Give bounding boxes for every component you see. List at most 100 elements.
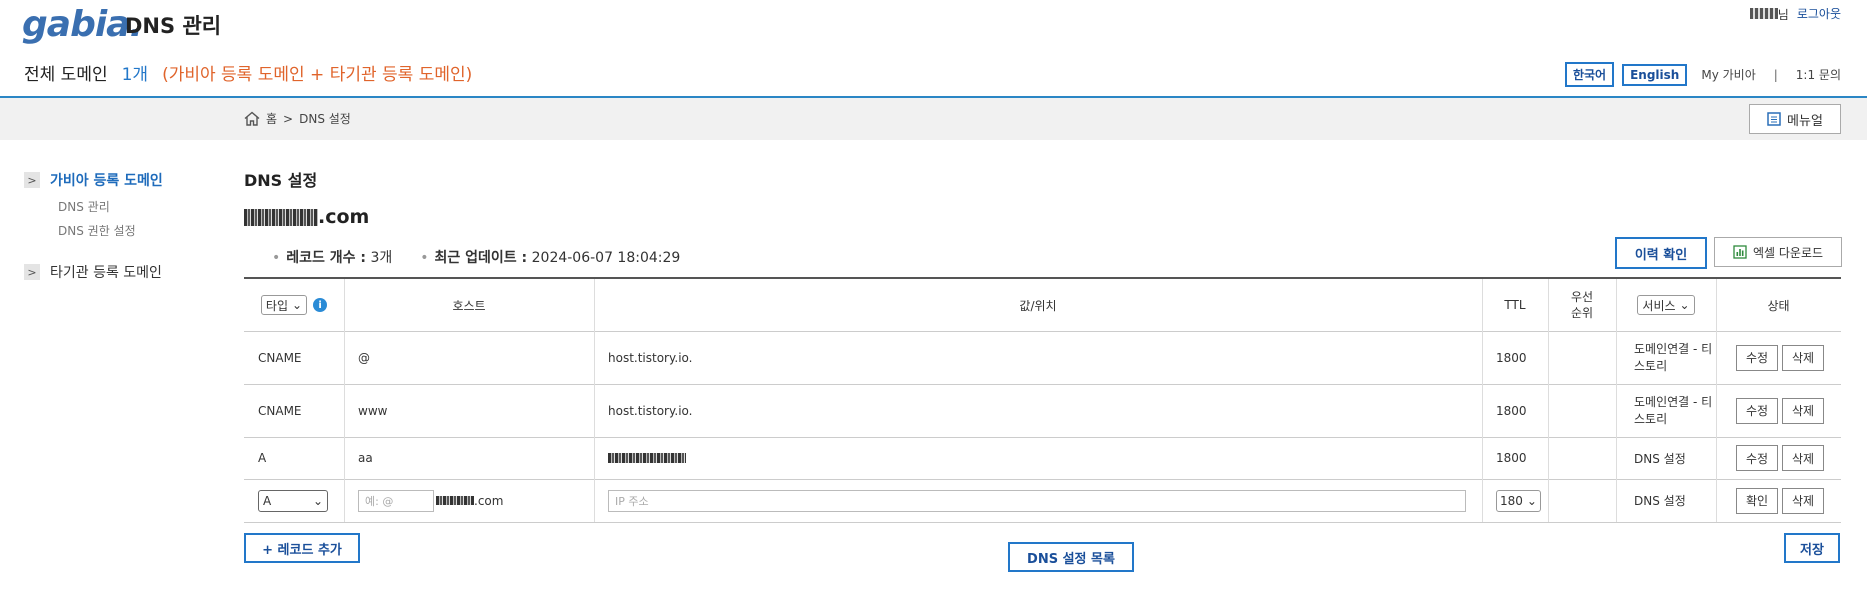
table-header-row: 타입 ⌄ i 호스트 값/위치 TTL 우선 순위 서비스 ⌄ 상태 — [244, 279, 1841, 332]
new-type-select[interactable]: A ⌄ — [258, 489, 328, 512]
sidebar-item-external-domains[interactable]: > 타기관 등록 도메인 — [24, 262, 162, 282]
dns-list-button[interactable]: DNS 설정 목록 — [1008, 542, 1134, 572]
last-update: 2024-06-07 18:04:29 — [531, 250, 681, 266]
domain-count[interactable]: 1개 — [122, 60, 148, 85]
delete-button[interactable]: 삭제 — [1782, 344, 1824, 371]
chevron-down-icon: ⌄ — [1526, 493, 1537, 508]
col-divider — [344, 331, 345, 384]
row-value — [608, 437, 1482, 479]
user-suffix: 님 — [1777, 8, 1789, 22]
table-row: CNAME www host.tistory.io. 1800 도메인연결 - … — [244, 384, 1841, 438]
chevron-right-icon: > — [24, 172, 40, 188]
new-record-row: A ⌄ 예: @ .com IP 주소 180 ⌄ DNS 설정 확인 삭제 — [244, 479, 1841, 523]
excel-download-button[interactable]: 엑셀 다운로드 — [1714, 237, 1842, 267]
dns-record-table: 타입 ⌄ i 호스트 값/위치 TTL 우선 순위 서비스 ⌄ 상태 CNAME @… — [244, 277, 1841, 524]
host-domain-redacted — [436, 496, 474, 505]
summary-note: (가비아 등록 도메인 + 타기관 등록 도메인) — [162, 65, 473, 85]
new-ttl-select[interactable]: 180 ⌄ — [1496, 489, 1541, 512]
service-filter-value: 서비스 — [1642, 298, 1676, 313]
new-value-input[interactable]: IP 주소 — [608, 489, 1466, 512]
manual-button[interactable]: 메뉴얼 — [1749, 104, 1841, 134]
chevron-right-icon: > — [24, 264, 40, 280]
page-title: DNS 설정 — [244, 171, 318, 190]
row-type: CNAME — [258, 403, 302, 418]
chevron-down-icon: ⌄ — [312, 493, 323, 508]
domain-name-redacted — [244, 208, 318, 226]
new-ttl-value: 180 — [1500, 493, 1523, 508]
delete-button[interactable]: 삭제 — [1782, 445, 1824, 471]
domain-name: .com — [244, 206, 369, 228]
col-divider — [1616, 437, 1617, 479]
info-icon[interactable]: i — [313, 298, 328, 312]
row-priority — [1548, 384, 1616, 437]
history-button[interactable]: 이력 확인 — [1615, 237, 1707, 269]
manual-label: 메뉴얼 — [1787, 113, 1823, 129]
priority-header: 우선 순위 — [1570, 290, 1594, 320]
col-divider — [1716, 384, 1717, 437]
col-divider — [594, 437, 595, 479]
col-divider — [1482, 331, 1483, 384]
record-count: 3개 — [370, 250, 393, 266]
new-host-input[interactable]: 예: @ — [358, 489, 434, 512]
logout-link[interactable]: 로그아웃 — [1797, 5, 1841, 23]
row-actions: 수정 삭제 — [1736, 437, 1841, 479]
delete-button[interactable]: 삭제 — [1782, 487, 1824, 514]
edit-button[interactable]: 수정 — [1736, 397, 1778, 424]
new-ttl-cell: 180 ⌄ — [1496, 479, 1548, 522]
add-record-button[interactable]: + 레코드 추가 — [244, 533, 360, 563]
excel-label: 엑셀 다운로드 — [1752, 245, 1824, 260]
new-service: DNS 설정 — [1634, 494, 1686, 508]
document-icon — [1767, 112, 1781, 126]
col-divider — [594, 479, 595, 522]
col-divider — [1548, 479, 1549, 522]
col-divider — [1716, 331, 1717, 384]
col-divider — [594, 331, 595, 384]
new-row-actions: 확인 삭제 — [1736, 479, 1841, 522]
last-update-label: 최근 업데이트 : — [434, 250, 528, 266]
breadcrumb: 홈 > DNS 설정 — [244, 110, 351, 127]
col-divider — [344, 384, 345, 437]
chevron-down-icon: ⌄ — [1679, 298, 1690, 312]
ttl-header: TTL — [1504, 298, 1526, 312]
inquiry-link[interactable]: 1:1 문의 — [1796, 66, 1841, 83]
sidebar-sub-dns-permission[interactable]: DNS 권한 설정 — [58, 222, 136, 239]
home-icon[interactable] — [244, 111, 260, 126]
col-divider — [594, 384, 595, 437]
delete-button[interactable]: 삭제 — [1782, 397, 1824, 424]
col-divider — [1616, 331, 1617, 384]
status-header: 상태 — [1767, 298, 1790, 313]
service-filter-select[interactable]: 서비스 ⌄ — [1637, 295, 1695, 315]
col-divider — [1482, 479, 1483, 522]
row-host: @ — [358, 350, 370, 365]
save-button[interactable]: 저장 — [1784, 533, 1840, 563]
row-ttl: 1800 — [1496, 451, 1527, 465]
edit-button[interactable]: 수정 — [1736, 445, 1778, 471]
col-divider — [1616, 384, 1617, 437]
new-host-suffix: .com — [474, 493, 504, 508]
col-divider — [1482, 437, 1483, 479]
breadcrumb-home[interactable]: 홈 — [266, 110, 277, 127]
row-host: www — [358, 403, 388, 418]
new-host-cell: 예: @ .com — [358, 479, 594, 522]
type-filter-select[interactable]: 타입 ⌄ — [260, 295, 308, 315]
edit-button[interactable]: 수정 — [1736, 344, 1778, 371]
type-header: 타입 ⌄ i — [244, 279, 344, 331]
bullet-icon: • — [420, 250, 429, 266]
row-actions: 수정 삭제 — [1736, 384, 1841, 437]
excel-chart-icon — [1733, 245, 1747, 259]
confirm-button[interactable]: 확인 — [1736, 487, 1778, 514]
korean-button[interactable]: 한국어 — [1564, 62, 1615, 87]
sidebar-label-gabia: 가비아 등록 도메인 — [50, 173, 163, 189]
my-gabia-link[interactable]: My 가비아 — [1701, 66, 1755, 83]
english-button[interactable]: English — [1622, 63, 1688, 86]
table-row: A aa 1800 DNS 설정 수정 삭제 — [244, 437, 1841, 480]
type-filter-value: 타입 — [265, 298, 289, 313]
col-divider — [1716, 479, 1717, 522]
sidebar-sub-dns-manage[interactable]: DNS 관리 — [58, 198, 110, 215]
new-type-cell: A ⌄ — [258, 479, 344, 522]
bullet-icon: • — [272, 250, 281, 266]
user-area: 님 로그아웃 — [1749, 5, 1841, 23]
sidebar-item-gabia-domains[interactable]: > 가비아 등록 도메인 — [24, 170, 163, 190]
table-row: CNAME @ host.tistory.io. 1800 도메인연결 - 티스… — [244, 331, 1841, 385]
row-actions: 수정 삭제 — [1736, 331, 1841, 384]
